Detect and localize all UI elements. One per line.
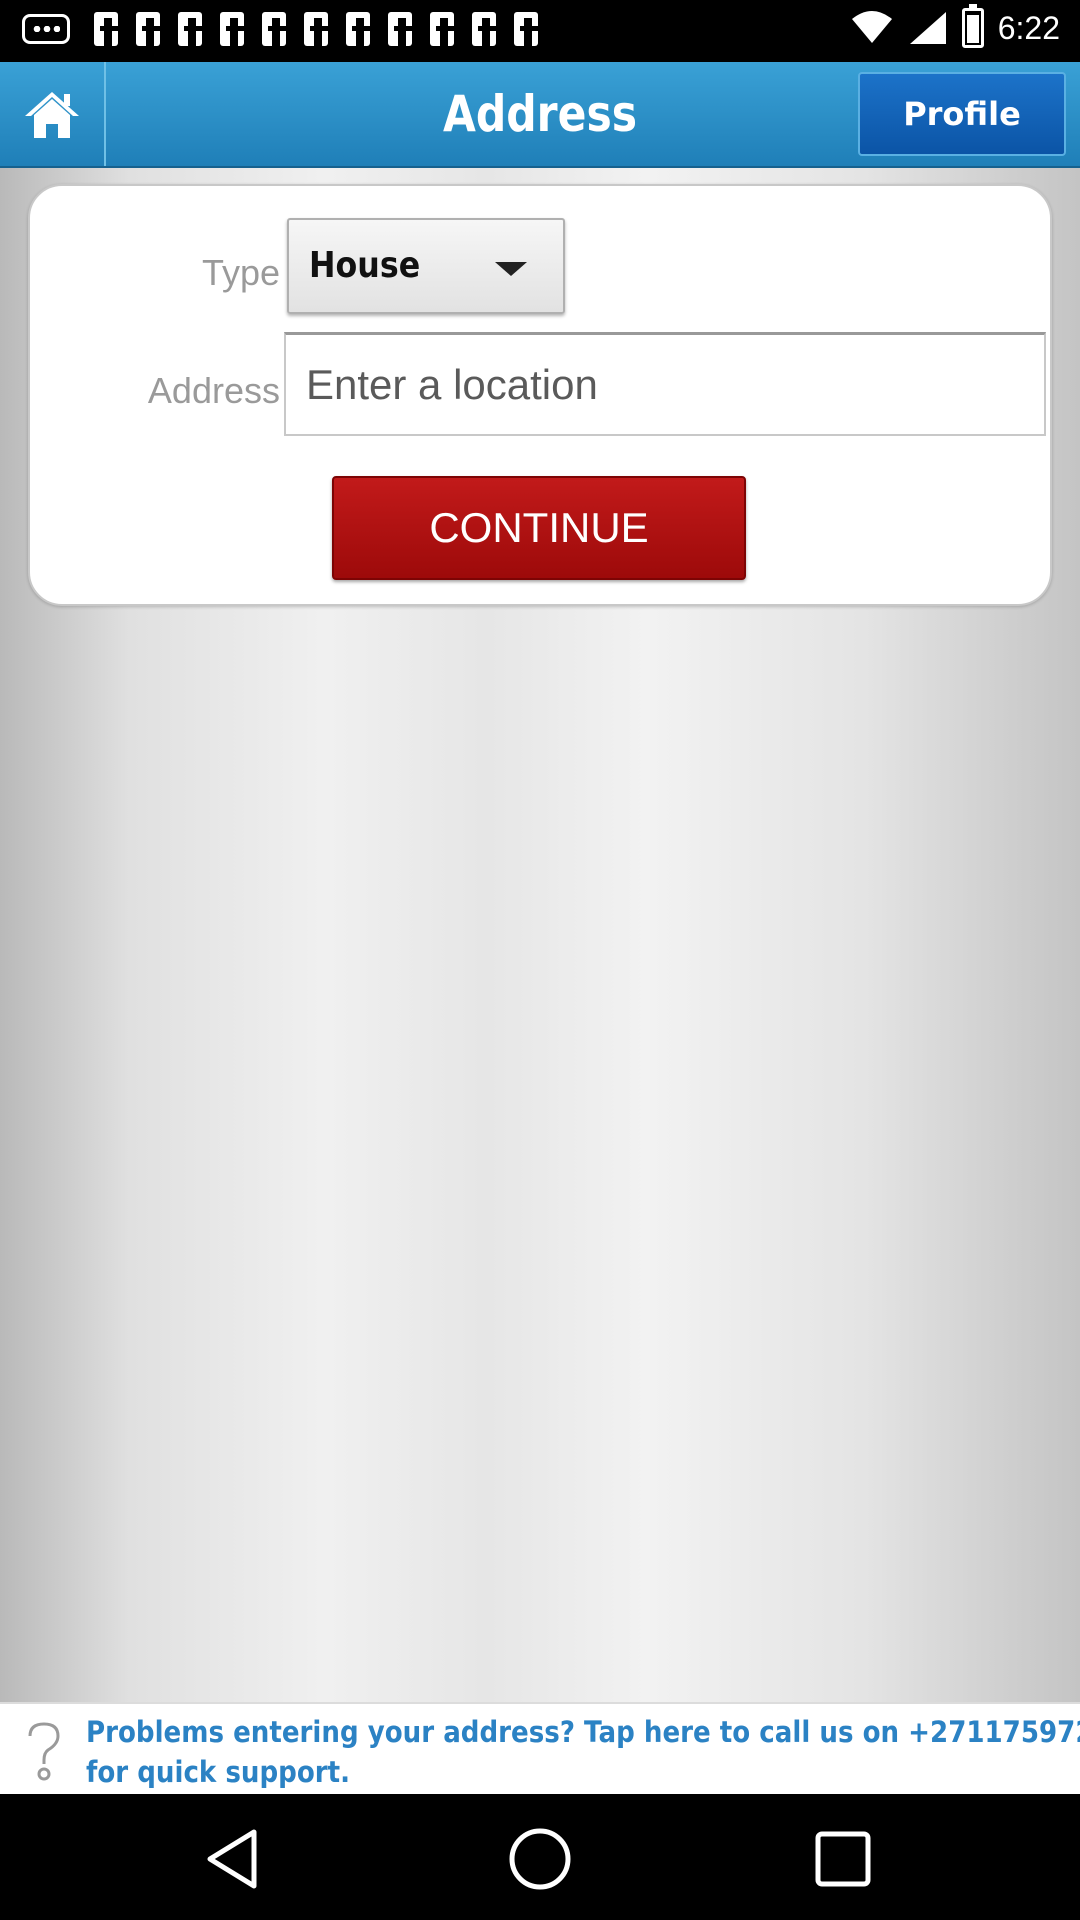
status-bar: 6:22 [0, 0, 1080, 62]
facebook-icon [178, 12, 202, 46]
support-bar[interactable]: Problems entering your address? Tap here… [0, 1702, 1080, 1794]
address-input[interactable] [284, 332, 1046, 436]
type-select-value: House [309, 245, 421, 286]
type-select[interactable]: House [287, 218, 565, 314]
address-form-card: Type House Address CONTINUE [28, 184, 1052, 606]
facebook-icon [430, 12, 454, 46]
question-icon [28, 1722, 60, 1781]
facebook-icon [262, 12, 286, 46]
message-icon [22, 14, 70, 44]
facebook-icon [514, 12, 538, 46]
profile-button[interactable]: Profile [858, 72, 1066, 156]
type-label: Type [201, 252, 280, 293]
facebook-icon [136, 12, 160, 46]
battery-icon [961, 4, 984, 48]
main-area: Type House Address CONTINUE [0, 168, 1080, 1702]
recent-apps-icon[interactable] [808, 1824, 878, 1894]
facebook-icon [94, 12, 118, 46]
home-icon [25, 92, 79, 138]
back-icon[interactable] [200, 1824, 270, 1894]
navigation-bar [0, 1794, 1080, 1920]
wifi-icon [851, 11, 892, 43]
signal-icon [909, 12, 946, 44]
facebook-icon [304, 12, 328, 46]
facebook-icon [346, 12, 370, 46]
facebook-icon [220, 12, 244, 46]
system-icons: 6:22 [850, 4, 1060, 48]
continue-button[interactable]: CONTINUE [332, 476, 746, 580]
support-text-line2: for quick support. [86, 1755, 351, 1789]
notification-icons [22, 12, 538, 46]
home-nav-icon[interactable] [505, 1824, 575, 1894]
status-time: 6:22 [997, 9, 1060, 46]
facebook-icon [388, 12, 412, 46]
facebook-icon [472, 12, 496, 46]
home-button[interactable] [0, 62, 106, 166]
support-text-line1: Problems entering your address? Tap here… [86, 1715, 1080, 1749]
chevron-down-icon [495, 262, 527, 276]
app-bar: Address Profile [0, 62, 1080, 168]
support-link[interactable]: Problems entering your address? Tap here… [86, 1712, 1080, 1792]
address-label: Address [147, 370, 280, 411]
